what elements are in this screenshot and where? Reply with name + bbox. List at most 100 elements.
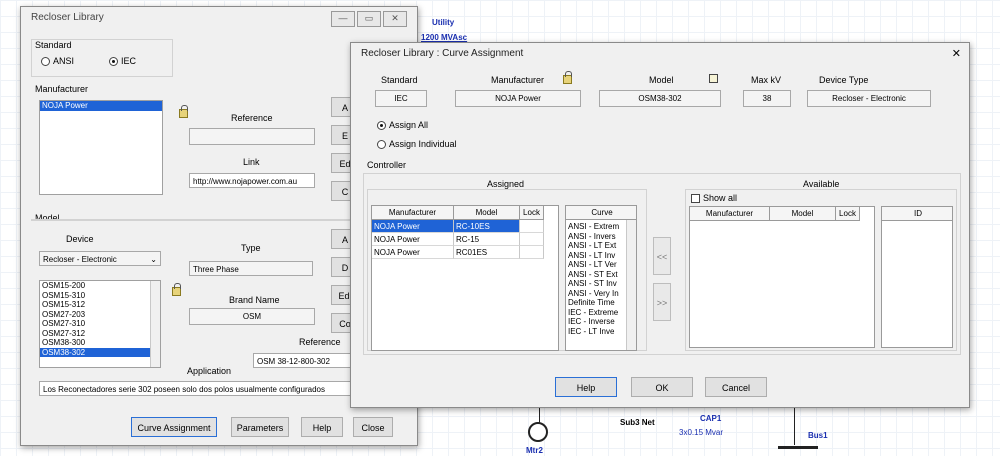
curve-assignment-button[interactable]: Curve Assignment (131, 417, 217, 437)
curve-item[interactable]: ANSI - ST Ext (566, 270, 628, 280)
reference-label: Reference (231, 113, 273, 123)
assign-individual-radio[interactable] (377, 140, 386, 149)
manufacturer-label: Manufacturer (35, 84, 89, 94)
standard-iec-radio[interactable] (109, 57, 118, 66)
reference-field[interactable] (189, 128, 315, 145)
standard-value: IEC (375, 90, 427, 107)
assigned-row-lock[interactable] (520, 233, 544, 246)
dialog-close-icon[interactable]: ✕ (952, 47, 961, 60)
model-label: Model (35, 213, 60, 223)
type-field[interactable]: Three Phase (189, 261, 313, 276)
model-item[interactable]: OSM27-310 (40, 319, 160, 329)
available-table[interactable]: Manufacturer Model Lock (689, 206, 875, 348)
curve-item[interactable]: IEC - Extreme (566, 308, 628, 318)
assigned-row-manufacturer[interactable]: NOJA Power (372, 220, 454, 233)
curve-item[interactable]: ANSI - LT Ver (566, 260, 628, 270)
model-item[interactable]: OSM38-300 (40, 338, 160, 348)
move-right-button[interactable]: >> (653, 283, 671, 321)
curve-list[interactable]: Curve ANSI - Extrem ANSI - Invers ANSI -… (565, 205, 637, 351)
capacitor-label: CAP1 (700, 414, 722, 423)
model-item[interactable]: OSM15-200 (40, 281, 160, 291)
manufacturer-item[interactable]: NOJA Power (40, 101, 162, 111)
assigned-col-manufacturer[interactable]: Manufacturer (372, 206, 454, 220)
standard-ansi-radio[interactable] (41, 57, 50, 66)
available-col-model[interactable]: Model (770, 207, 836, 221)
window-close-button[interactable]: ✕ (383, 11, 407, 27)
type-label: Type (241, 243, 261, 253)
model-lock-icon[interactable] (172, 283, 181, 296)
curve-item[interactable]: ANSI - Extrem (566, 222, 628, 232)
max-kv-value: 38 (743, 90, 791, 107)
model-list[interactable]: OSM15-200 OSM15-310 OSM15-312 OSM27-203 … (39, 280, 161, 368)
show-all-checkbox[interactable] (691, 194, 700, 203)
device-dropdown[interactable]: Recloser - Electronic ⌄ (39, 251, 161, 266)
curve-item[interactable]: Definite Time (566, 298, 628, 308)
brand-name-label: Brand Name (229, 295, 280, 305)
sub-net-label: Sub3 Net (620, 418, 655, 427)
curve-header: Curve (566, 206, 636, 220)
available-label: Available (803, 179, 840, 189)
library-title: Recloser Library (31, 12, 104, 23)
assigned-row-lock[interactable] (520, 220, 544, 233)
curve-item[interactable]: ANSI - LT Inv (566, 251, 628, 261)
capacitor-value: 3x0.15 Mvar (679, 428, 724, 437)
standard-iec-label: IEC (121, 56, 137, 66)
curve-item[interactable]: ANSI - ST Inv (566, 279, 628, 289)
curve-item[interactable]: ANSI - Invers (566, 232, 628, 242)
library-close-button[interactable]: Close (353, 417, 393, 437)
curve-list-scrollbar[interactable] (626, 220, 636, 350)
assigned-table[interactable]: Manufacturer Model Lock NOJA Power RC-10… (371, 205, 559, 351)
assigned-col-model[interactable]: Model (454, 206, 520, 220)
dialog-help-button[interactable]: Help (555, 377, 617, 397)
assign-all-radio[interactable] (377, 121, 386, 130)
minimize-button[interactable]: — (331, 11, 355, 27)
model-item-selected[interactable]: OSM38-302 (40, 347, 160, 357)
device-type-value: Recloser - Electronic (807, 90, 931, 107)
utility-value: 1200 MVAsc (421, 33, 468, 42)
assigned-row-model[interactable]: RC-15 (454, 233, 520, 246)
controller-label: Controller (367, 160, 407, 170)
assigned-label: Assigned (487, 179, 525, 189)
manufacturer-header: Manufacturer (491, 75, 545, 85)
available-col-manufacturer[interactable]: Manufacturer (690, 207, 770, 221)
motor-label: Mtr2 (526, 446, 543, 455)
dialog-cancel-button[interactable]: Cancel (705, 377, 767, 397)
id-list[interactable]: ID (881, 206, 953, 348)
maximize-button[interactable]: ▭ (357, 11, 381, 27)
bus-bar[interactable] (778, 446, 818, 449)
available-col-lock[interactable]: Lock (836, 207, 860, 221)
model-value: OSM38-302 (599, 90, 721, 107)
manufacturer-lock-icon[interactable] (179, 105, 188, 118)
link-field[interactable]: http://www.nojapower.com.au (189, 173, 315, 188)
brand-name-field[interactable]: OSM (189, 308, 315, 325)
model-item[interactable]: OSM15-310 (40, 291, 160, 301)
dialog-ok-button[interactable]: OK (631, 377, 693, 397)
assigned-row-manufacturer[interactable]: NOJA Power (372, 246, 454, 259)
curve-item[interactable]: IEC - Inverse (566, 317, 628, 327)
device-value: Recloser - Electronic (43, 255, 117, 264)
assigned-row-manufacturer[interactable]: NOJA Power (372, 233, 454, 246)
library-help-button[interactable]: Help (301, 417, 343, 437)
curve-item[interactable]: ANSI - LT Ext (566, 241, 628, 251)
assigned-col-lock[interactable]: Lock (520, 206, 544, 220)
curve-item[interactable]: IEC - LT Inve (566, 327, 628, 337)
manufacturer-list[interactable]: NOJA Power (39, 100, 163, 195)
bus-connector (794, 405, 795, 445)
dialog-title: Recloser Library : Curve Assignment (361, 48, 524, 59)
model-reference-field[interactable]: OSM 38-12-800-302 (253, 353, 353, 368)
model-item[interactable]: OSM15-312 (40, 300, 160, 310)
model-item[interactable]: OSM27-312 (40, 329, 160, 339)
assigned-row-lock[interactable] (520, 246, 544, 259)
assign-all-label: Assign All (389, 120, 429, 130)
curve-item[interactable]: ANSI - Very In (566, 289, 628, 299)
parameters-button[interactable]: Parameters (231, 417, 289, 437)
move-left-button[interactable]: << (653, 237, 671, 275)
motor-symbol[interactable] (528, 422, 548, 442)
model-item[interactable]: OSM27-203 (40, 310, 160, 320)
model-list-scrollbar[interactable] (150, 281, 160, 367)
dialog-titlebar: Recloser Library : Curve Assignment ✕ (351, 43, 969, 65)
show-all-label: Show all (703, 193, 738, 203)
application-field[interactable]: Los Reconectadores serie 302 poseen solo… (39, 381, 351, 396)
assigned-row-model[interactable]: RC-10ES (454, 220, 520, 233)
assigned-row-model[interactable]: RC01ES (454, 246, 520, 259)
